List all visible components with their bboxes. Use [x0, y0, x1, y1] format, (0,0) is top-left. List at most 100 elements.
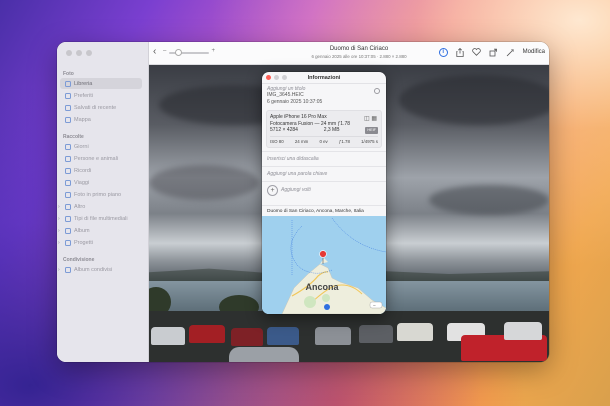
chevron-right-icon[interactable]: › — [58, 267, 60, 273]
sidebar-item-foto-in-primo-piano[interactable]: Foto in primo piano — [60, 189, 142, 200]
media-types-icon — [65, 215, 71, 222]
photo-cloud — [149, 165, 259, 200]
memories-icon — [65, 167, 71, 174]
info-photo-meta: Aggiungi un titolo IMG_3645.HEIC 6 genna… — [262, 84, 386, 107]
zoom-slider-knob[interactable] — [175, 49, 182, 56]
location-pin-icon[interactable] — [319, 250, 327, 258]
info-panel-title: Informazioni — [307, 75, 341, 81]
plus-icon: + — [267, 184, 278, 196]
suitcase-icon — [65, 179, 71, 186]
sidebar-item-ricordi[interactable]: Ricordi — [60, 165, 142, 176]
zoom-in-icon[interactable]: + — [211, 48, 215, 54]
sidebar-item-label: Ricordi — [74, 167, 92, 174]
chevron-right-icon[interactable]: › — [58, 240, 60, 246]
projects-icon — [65, 239, 71, 246]
add-faces-button[interactable]: + Aggiungi volti — [262, 180, 386, 199]
window-controls — [66, 50, 92, 56]
minimize-window-button[interactable] — [76, 50, 82, 56]
shared-album-icon — [65, 266, 71, 273]
toolbar-actions: i Modifica — [438, 47, 545, 57]
chevron-right-icon[interactable]: › — [58, 228, 60, 234]
sidebar-section-title: Foto — [63, 71, 74, 77]
sidebar-item-label: Album — [74, 227, 90, 234]
edit-button[interactable]: Modifica — [523, 49, 545, 55]
heart-icon — [65, 92, 71, 99]
calendar-icon — [65, 143, 71, 150]
sidebar-item-altro[interactable]: › Altro — [58, 201, 142, 212]
sidebar-item-label: Foto in primo piano — [74, 191, 122, 198]
sidebar-item-label: Preferiti — [74, 92, 93, 99]
rotate-icon[interactable] — [489, 47, 499, 57]
map-city-label: Ancona — [305, 282, 339, 292]
chevron-right-icon[interactable]: › — [58, 204, 60, 210]
exif-iso: ISO 80 — [270, 138, 284, 144]
format-badge: HEIF — [365, 127, 378, 134]
exif-exposure-bias: 0 ev — [319, 138, 328, 144]
sidebar-section-title: Raccolte — [63, 134, 84, 140]
photo-title: Duomo di San Ciriaco — [329, 46, 389, 52]
sidebar-item-mappa[interactable]: Mappa — [60, 114, 142, 125]
zoom-window-button[interactable] — [86, 50, 92, 56]
map-location-icon[interactable] — [324, 304, 330, 310]
heart-icon[interactable] — [472, 47, 482, 57]
photo-cloud — [399, 75, 549, 125]
camera-icon: ◫ ▦ — [363, 116, 377, 122]
back-button[interactable]: ‹ — [153, 46, 156, 57]
sidebar-item-salvati-di-recente[interactable]: Salvati di recente — [60, 102, 142, 113]
sidebar-item-label: Libreria — [74, 80, 93, 87]
location-label: Duomo di San Ciriaco, Ancona, Marche, It… — [262, 204, 386, 217]
sidebar-item-viaggi[interactable]: Viaggi — [60, 177, 142, 188]
location-map[interactable]: Ancona − — [262, 216, 386, 314]
sidebar-item-label: Viaggi — [74, 179, 90, 186]
add-faces-label: Aggiungi volti — [281, 187, 311, 193]
sidebar-item-album-condivisi[interactable]: › Album condivisi — [58, 264, 142, 275]
exif-shutter-speed: 1/4975 s — [361, 138, 378, 144]
sidebar-item-giorni[interactable]: Giorni — [60, 141, 142, 152]
photo-car — [151, 327, 185, 345]
sidebar-item-preferiti[interactable]: Preferiti — [60, 90, 142, 101]
sidebar-item-libreria[interactable]: Libreria — [60, 78, 142, 89]
magic-wand-icon[interactable] — [506, 47, 516, 57]
exif-focal-length: 24 mm — [294, 138, 309, 144]
folder-icon — [65, 203, 71, 210]
map-graphic: Ancona − — [262, 216, 386, 314]
chevron-right-icon[interactable]: › — [58, 216, 60, 222]
sidebar-section-title: Condivisione — [63, 257, 95, 263]
resolution: 5712 × 4284 — [270, 127, 298, 133]
photo-car — [359, 325, 393, 343]
adjust-date-button[interactable] — [374, 88, 380, 94]
toolbar: ‹ – + Duomo di San Ciriaco 6 gennaio 202… — [149, 42, 549, 65]
date-time[interactable]: 6 gennaio 2025 10:37:05 — [267, 99, 381, 106]
zoom-out-icon[interactable]: – — [163, 48, 166, 54]
exif-aperture: ƒ1.78 — [338, 138, 350, 144]
close-window-button[interactable] — [66, 50, 72, 56]
keyword-input[interactable]: Aggiungi una parola chiave — [262, 165, 386, 181]
sidebar-item-persone-e-animali[interactable]: Persone e animali — [60, 153, 142, 164]
sidebar-item-progetti[interactable]: › Progetti — [58, 237, 142, 248]
sidebar-item-label: Mappa — [74, 116, 91, 123]
person-icon — [65, 155, 71, 162]
map-zoom-control[interactable] — [369, 301, 383, 309]
info-panel: Informazioni Aggiungi un titolo IMG_3645… — [262, 72, 386, 314]
photo-car — [229, 347, 299, 362]
sidebar-item-label: Progetti — [74, 239, 93, 246]
zoom-slider[interactable]: – + — [163, 48, 215, 56]
map-zoom-minus[interactable]: − — [373, 303, 376, 309]
sidebar-item-label: Giorni — [74, 143, 89, 150]
photo-subtitle: 6 gennaio 2025 alle ore 10:37:05 · 2.880… — [311, 54, 407, 59]
sidebar-item-label: Tipi di file multimediali — [74, 215, 128, 222]
library-icon — [65, 80, 71, 87]
exif-row: ISO 80 24 mm 0 ev ƒ1.78 1/4975 s — [270, 135, 378, 144]
caption-input[interactable]: Inserisci una didascalia — [262, 150, 386, 166]
sidebar-item-label: Altro — [74, 203, 86, 210]
info-icon[interactable]: i — [438, 47, 448, 57]
photo-cloud — [429, 185, 549, 215]
photo-car — [267, 327, 299, 345]
photo-car — [189, 325, 225, 343]
share-icon[interactable] — [455, 47, 465, 57]
sidebar-item-album[interactable]: › Album — [58, 225, 142, 236]
sidebar-item-tipi-di-file[interactable]: › Tipi di file multimediali — [58, 213, 142, 224]
map-icon — [65, 116, 71, 123]
sidebar: Foto Libreria Preferiti Salvati di recen… — [57, 42, 149, 362]
photo-car — [397, 323, 433, 341]
